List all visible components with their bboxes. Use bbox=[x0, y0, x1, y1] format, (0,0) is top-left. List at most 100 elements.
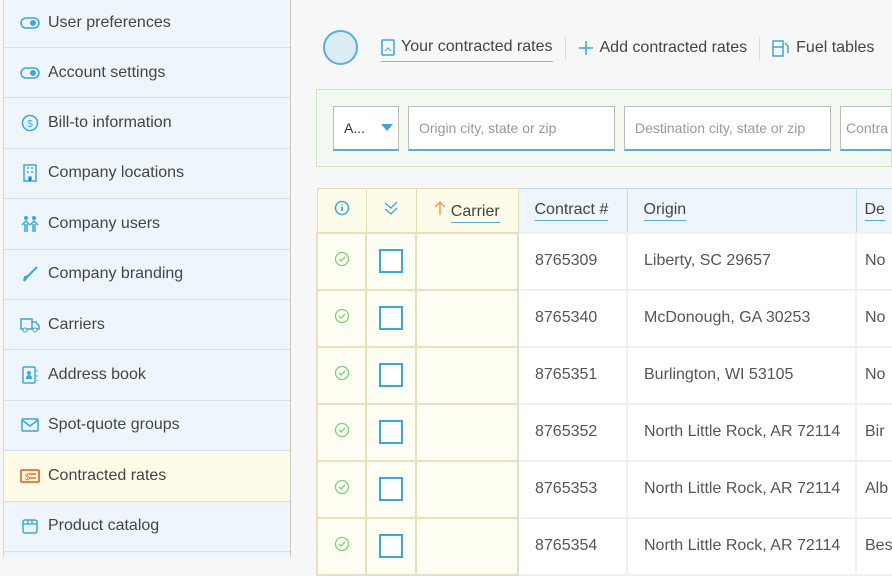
avatar[interactable] bbox=[323, 30, 358, 65]
tabs: Your contracted rates Add contracted rat… bbox=[381, 36, 886, 62]
carrier-cell bbox=[415, 516, 519, 576]
contract-cell: 8765354 bbox=[517, 516, 628, 576]
building-icon bbox=[20, 163, 40, 183]
destination-column-header[interactable]: De bbox=[855, 188, 892, 233]
destination-cell: Bes bbox=[855, 516, 892, 576]
row-checkbox[interactable] bbox=[379, 534, 403, 558]
divider bbox=[564, 37, 566, 61]
row-checkbox-cell bbox=[365, 288, 417, 348]
sidebar-item-account-settings[interactable]: Account settings bbox=[4, 48, 290, 99]
sidebar-item-company-locations[interactable]: Company locations bbox=[4, 149, 290, 200]
users-icon bbox=[20, 214, 40, 234]
toggle-icon bbox=[20, 13, 40, 33]
carrier-cell bbox=[415, 402, 519, 462]
contract-column-header[interactable]: Contract # bbox=[517, 188, 628, 233]
sidebar-item-address-book[interactable]: Address book bbox=[4, 350, 290, 401]
row-checkbox[interactable] bbox=[379, 477, 403, 501]
destination-cell: No bbox=[855, 231, 892, 291]
envelope-icon bbox=[20, 415, 40, 435]
status-cell bbox=[316, 288, 367, 348]
select-all-header[interactable] bbox=[365, 188, 417, 233]
brush-icon bbox=[20, 264, 40, 284]
fuel-pump-icon bbox=[772, 39, 789, 57]
table-row[interactable]: 8765340 McDonough, GA 30253 No bbox=[316, 288, 892, 348]
sidebar-item-label: Company branding bbox=[48, 265, 184, 283]
table-row[interactable]: 8765354 North Little Rock, AR 72114 Bes bbox=[316, 516, 892, 576]
svg-text:$: $ bbox=[27, 119, 33, 130]
rate-type-select[interactable]: A... bbox=[333, 106, 399, 151]
tab-add-contracted-rates[interactable]: Add contracted rates bbox=[578, 37, 748, 62]
sidebar-item-label: Company locations bbox=[48, 164, 185, 182]
check-circle-icon bbox=[334, 422, 349, 437]
sidebar-item-label: Address book bbox=[48, 366, 146, 384]
sidebar: User preferences Account settings $ Bill-to… bbox=[3, 0, 291, 557]
check-circle-icon bbox=[334, 536, 349, 551]
divider bbox=[759, 37, 761, 61]
table-row[interactable]: 8765352 North Little Rock, AR 72114 Bir bbox=[316, 402, 892, 462]
origin-input[interactable]: Origin city, state or zip bbox=[408, 106, 615, 151]
header-label: Origin bbox=[643, 201, 687, 222]
contract-cell: 8765309 bbox=[517, 231, 628, 291]
carrier-cell bbox=[415, 459, 519, 519]
tab-label: Add contracted rates bbox=[599, 38, 748, 56]
row-checkbox-cell bbox=[365, 402, 417, 462]
info-column-header[interactable] bbox=[316, 188, 367, 233]
row-checkbox[interactable] bbox=[379, 363, 403, 387]
status-cell bbox=[316, 345, 367, 405]
carrier-cell bbox=[415, 345, 519, 405]
table-row[interactable]: 8765351 Burlington, WI 53105 No bbox=[316, 345, 892, 405]
contact-book-icon bbox=[20, 365, 40, 385]
status-cell bbox=[316, 459, 367, 519]
table-row[interactable]: 8765353 North Little Rock, AR 72114 Alb bbox=[316, 459, 892, 519]
sidebar-item-contracted-rates[interactable]: $ Contracted rates bbox=[4, 451, 290, 502]
header-label: Contract # bbox=[534, 201, 609, 222]
double-check-icon bbox=[384, 201, 398, 215]
main: Your contracted rates Add contracted rat… bbox=[291, 0, 892, 576]
table-row[interactable]: 8765309 Liberty, SC 29657 No bbox=[316, 231, 892, 291]
sidebar-item-carriers[interactable]: Carriers bbox=[4, 300, 290, 351]
toggle-icon bbox=[20, 63, 40, 83]
contract-cell: 8765351 bbox=[517, 345, 628, 405]
row-checkbox[interactable] bbox=[379, 249, 403, 273]
origin-cell: North Little Rock, AR 72114 bbox=[626, 402, 857, 462]
origin-cell: North Little Rock, AR 72114 bbox=[626, 459, 857, 519]
check-circle-icon bbox=[334, 479, 349, 494]
status-cell bbox=[316, 231, 367, 291]
select-value: A... bbox=[344, 120, 366, 136]
row-checkbox[interactable] bbox=[379, 306, 403, 330]
sort-ascending-icon bbox=[434, 200, 446, 215]
destination-input[interactable]: Destination city, state or zip bbox=[624, 106, 831, 151]
sidebar-item-user-preferences[interactable]: User preferences bbox=[4, 0, 290, 48]
filter-panel: A... Origin city, state or zip Destinati… bbox=[316, 89, 892, 167]
sidebar-item-product-catalog[interactable]: Product catalog bbox=[4, 502, 290, 552]
sidebar-item-label: Product catalog bbox=[48, 517, 160, 535]
sidebar-item-company-users[interactable]: Company users bbox=[4, 199, 290, 250]
tab-label: Your contracted rates bbox=[401, 38, 553, 55]
sidebar-item-spot-quote-groups[interactable]: Spot-quote groups bbox=[4, 401, 290, 452]
rate-card-icon: $ bbox=[20, 466, 40, 486]
contract-cell: 8765352 bbox=[517, 402, 628, 462]
row-checkbox-cell bbox=[365, 231, 417, 291]
origin-cell: Burlington, WI 53105 bbox=[626, 345, 857, 405]
status-cell bbox=[316, 516, 367, 576]
sidebar-item-label: Spot-quote groups bbox=[48, 416, 180, 434]
origin-cell: Liberty, SC 29657 bbox=[626, 231, 857, 291]
origin-cell: North Little Rock, AR 72114 bbox=[626, 516, 857, 576]
sidebar-item-bill-to-information[interactable]: $ Bill-to information bbox=[4, 98, 290, 149]
carrier-column-header[interactable]: Carrier bbox=[415, 188, 519, 233]
check-circle-icon bbox=[334, 308, 349, 323]
box-icon bbox=[20, 516, 40, 536]
tab-your-contracted-rates[interactable]: Your contracted rates bbox=[381, 36, 553, 62]
sidebar-item-label: Contracted rates bbox=[48, 466, 167, 484]
header-label: De bbox=[864, 201, 885, 222]
carrier-cell bbox=[415, 288, 519, 348]
sidebar-item-company-branding[interactable]: Company branding bbox=[4, 250, 290, 300]
sidebar-item-label: Company users bbox=[48, 214, 161, 232]
origin-column-header[interactable]: Origin bbox=[626, 188, 857, 233]
check-circle-icon bbox=[334, 251, 349, 266]
tab-fuel-tables[interactable]: Fuel tables bbox=[772, 37, 874, 62]
row-checkbox-cell bbox=[365, 516, 417, 576]
check-circle-icon bbox=[334, 365, 349, 380]
row-checkbox[interactable] bbox=[379, 420, 403, 444]
contract-input[interactable]: Contra bbox=[840, 106, 891, 151]
